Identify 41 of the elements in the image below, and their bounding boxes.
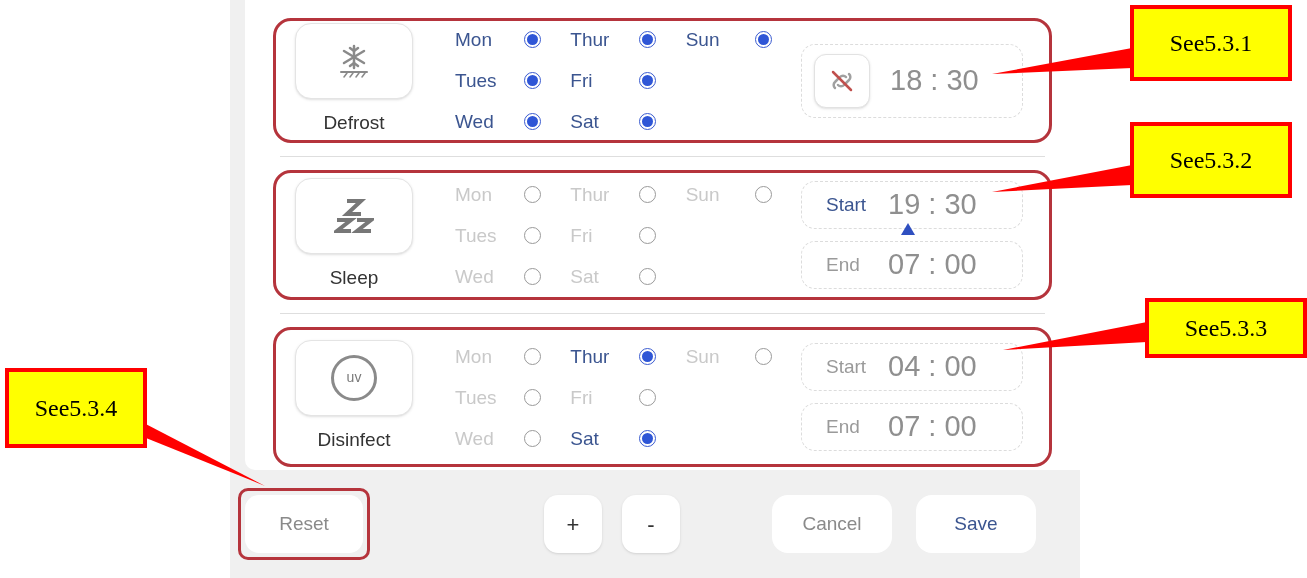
time-value: 07 : 00 — [888, 409, 977, 445]
reset-button[interactable]: Reset — [245, 495, 363, 553]
day-label: Fri — [570, 70, 594, 91]
time-value: 07 : 00 — [888, 247, 977, 283]
time-field[interactable]: 18 : 30 — [801, 43, 1023, 118]
schedule-tile[interactable] — [295, 177, 413, 254]
day-label: Sun — [685, 29, 721, 50]
day-label: Thur — [570, 29, 611, 50]
link-off-button[interactable] — [814, 53, 870, 108]
day-label: Tues — [455, 70, 498, 91]
uv-icon: uv — [331, 354, 377, 401]
caret-icon — [901, 223, 915, 235]
schedule-name: Disinfect — [317, 427, 391, 452]
callout-note: See5.3.1 — [1130, 5, 1292, 81]
schedule-name: Defrost — [323, 111, 385, 136]
time-value: 19 : 30 — [888, 187, 977, 223]
time-label: Start — [826, 354, 868, 379]
day-label: Sat — [570, 111, 600, 132]
time-value: 04 : 00 — [888, 349, 977, 385]
schedule-tile[interactable] — [295, 23, 413, 100]
time-field[interactable]: End 07 : 00 — [801, 241, 1023, 289]
time-label: End — [826, 414, 861, 439]
time-label: Start — [826, 192, 868, 217]
stepper-button[interactable]: - — [622, 495, 680, 553]
day-label: Mon — [455, 29, 493, 50]
day-label: Sat — [570, 427, 600, 449]
day-label: Wed — [455, 111, 495, 132]
save-button[interactable]: Save — [916, 495, 1036, 553]
stepper-button[interactable]: + — [544, 495, 602, 553]
sleep-icon — [334, 197, 374, 234]
time-value: 18 : 30 — [890, 62, 979, 98]
callout-note: See5.3.4 — [5, 368, 147, 448]
time-field[interactable]: End 07 : 00 — [801, 403, 1023, 451]
snowflake-icon — [339, 44, 369, 79]
schedule-tile[interactable]: uv — [295, 339, 413, 416]
callout-note: See5.3.2 — [1130, 122, 1292, 198]
schedule-name: Sleep — [329, 265, 379, 290]
day-label: Thur — [570, 345, 611, 367]
cancel-button[interactable]: Cancel — [772, 495, 892, 553]
callout-note: See5.3.3 — [1145, 298, 1307, 358]
time-label: End — [826, 252, 861, 277]
